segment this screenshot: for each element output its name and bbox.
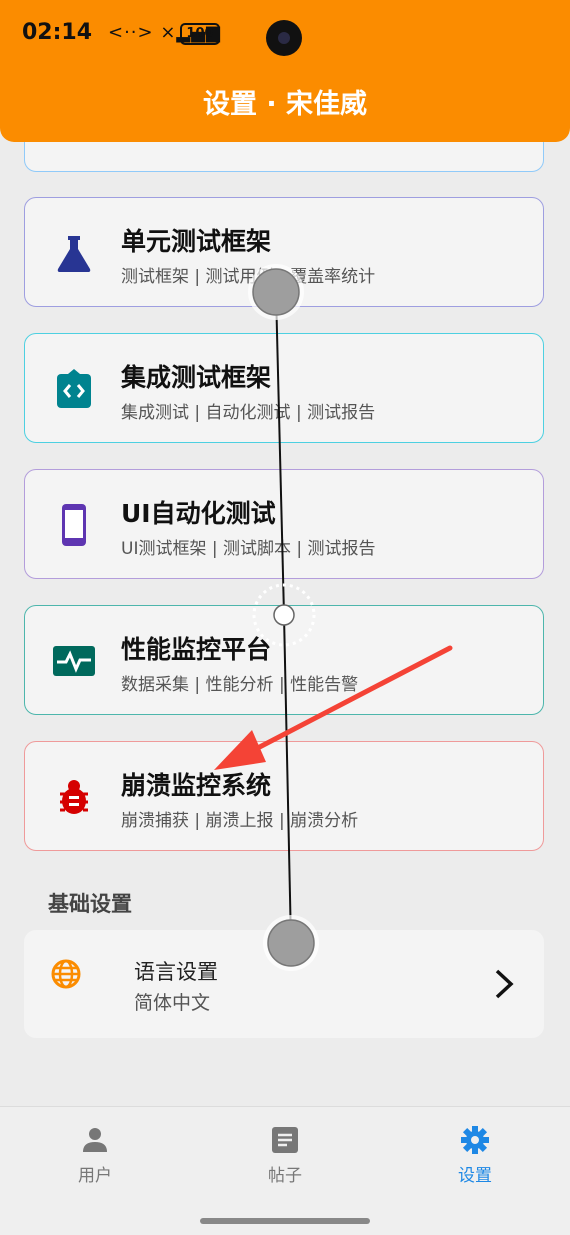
section-basic-settings: 基础设置 — [48, 892, 132, 916]
flask-icon — [57, 236, 91, 272]
article-icon — [272, 1127, 298, 1153]
language-value: 简体中文 — [134, 992, 211, 1014]
bug-icon — [60, 780, 88, 814]
nav-tab-users[interactable]: 用户 — [35, 1125, 155, 1186]
card-subtitle: 测试框架 | 测试用例 | 覆盖率统计 — [121, 267, 376, 287]
settings-content: 单元测试框架 测试框架 | 测试用例 | 覆盖率统计 集成测试框架 集成测试 |… — [0, 0, 570, 1106]
card-subtitle: 数据采集 | 性能分析 | 性能告警 — [121, 675, 359, 695]
card-unit-test[interactable]: 单元测试框架 测试框架 | 测试用例 | 覆盖率统计 — [24, 197, 544, 307]
chevron-right-icon — [495, 969, 514, 999]
card-crash-monitor[interactable]: 崩溃监控系统 崩溃捕获 | 崩溃上报 | 崩溃分析 — [24, 741, 544, 851]
status-time: 02:14 — [22, 20, 93, 45]
card-subtitle: 集成测试 | 自动化测试 | 测试报告 — [121, 403, 376, 423]
nav-label: 设置 — [458, 1166, 492, 1186]
home-indicator[interactable] — [200, 1218, 370, 1224]
nav-label: 帖子 — [268, 1166, 302, 1186]
card-subtitle: UI测试框架 | 测试脚本 | 测试报告 — [121, 539, 376, 559]
card-title: 崩溃监控系统 — [121, 771, 272, 800]
globe-icon — [51, 959, 81, 989]
card-subtitle: 崩溃捕获 | 崩溃上报 | 崩溃分析 — [121, 811, 359, 831]
page-title: 设置 · 宋佳威 — [202, 89, 368, 120]
card-title: 集成测试框架 — [121, 363, 272, 392]
app-header: 02:14 <··> ×▂▄▆ 100 设置 · 宋佳威 — [0, 0, 570, 142]
camera-cutout — [266, 20, 302, 56]
card-integration-test[interactable]: 集成测试框架 集成测试 | 自动化测试 | 测试报告 — [24, 333, 544, 443]
language-title: 语言设置 — [134, 960, 218, 984]
card-ui-automation[interactable]: UI自动化测试 UI测试框架 | 测试脚本 | 测试报告 — [24, 469, 544, 579]
card-performance[interactable]: 性能监控平台 数据采集 | 性能分析 | 性能告警 — [24, 605, 544, 715]
battery-icon: 100 — [180, 23, 220, 45]
card-title: 单元测试框架 — [121, 227, 272, 256]
person-icon — [83, 1128, 107, 1152]
nav-tab-posts[interactable]: 帖子 — [225, 1125, 345, 1186]
smartphone-icon — [62, 504, 86, 546]
nav-label: 用户 — [78, 1166, 112, 1186]
card-title: 性能监控平台 — [121, 635, 272, 664]
card-title: UI自动化测试 — [121, 499, 276, 528]
nav-tab-settings[interactable]: 设置 — [415, 1125, 535, 1186]
monitor-heart-icon — [53, 646, 95, 676]
code-clipboard-icon — [57, 369, 91, 408]
bottom-navigation: 用户 帖子 设置 — [0, 1106, 570, 1235]
gear-icon — [461, 1126, 489, 1154]
language-setting-row[interactable]: 语言设置 简体中文 — [24, 930, 544, 1038]
